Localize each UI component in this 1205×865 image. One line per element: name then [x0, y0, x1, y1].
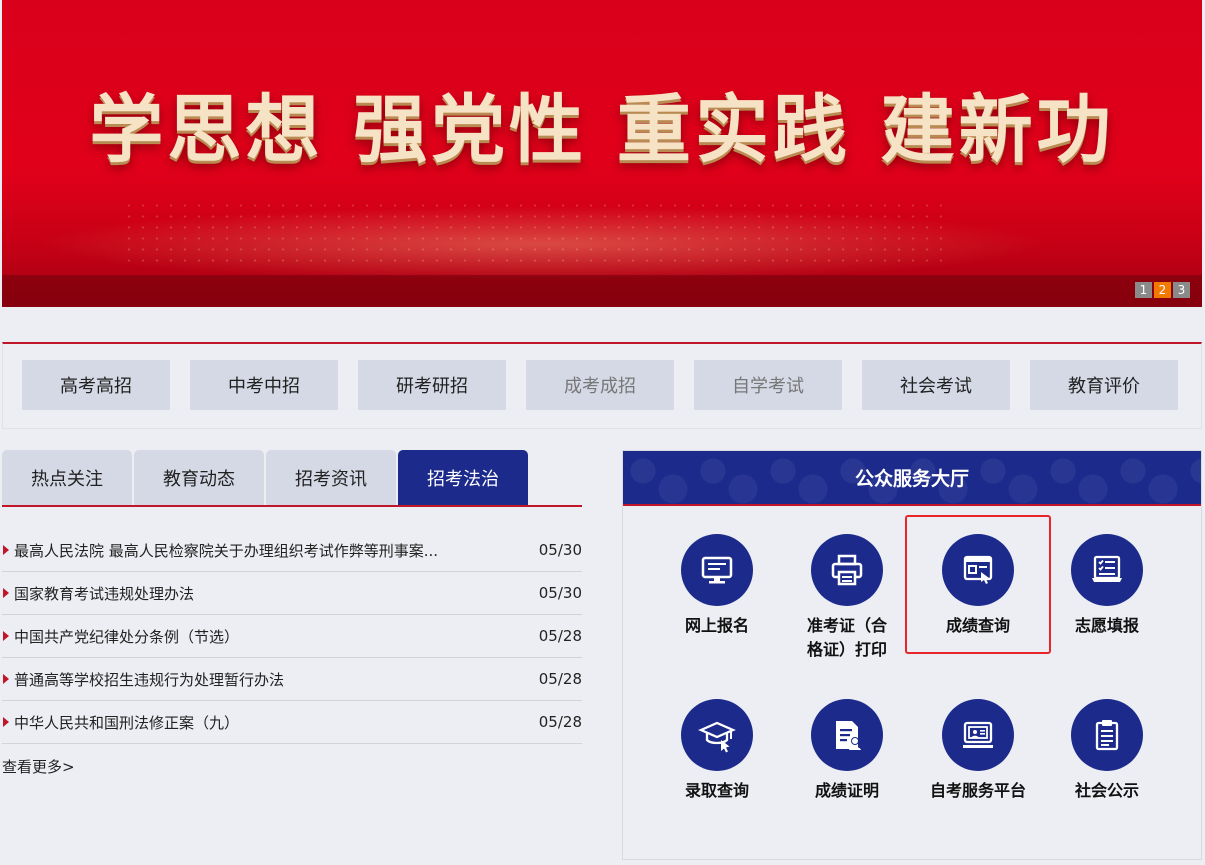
category-zixue[interactable]: 自学考试 [694, 360, 842, 410]
printer-icon [811, 534, 883, 606]
banner-sparkles [122, 200, 942, 270]
service-label: 自考服务平台 [929, 781, 1026, 800]
service-label: 网上报名 [684, 616, 749, 635]
bullet-arrow-icon [3, 588, 9, 598]
service-admission-ticket-print[interactable]: 准考证（合 格证）打印 [787, 534, 907, 662]
news-title[interactable]: 中华人民共和国刑法修正案（九） [14, 712, 522, 733]
bullet-arrow-icon [3, 717, 9, 727]
news-item[interactable]: 国家教育考试违规处理办法 05/30 [2, 572, 582, 615]
banner-carousel[interactable]: 学思想 强党性 重实践 建新功 1 2 3 [2, 0, 1202, 307]
news-title[interactable]: 中国共产党纪律处分条例（节选） [14, 626, 522, 647]
service-self-study-platform[interactable]: 自考服务平台 [918, 699, 1038, 803]
category-yankao[interactable]: 研考研招 [358, 360, 506, 410]
checklist-laptop-icon [1071, 534, 1143, 606]
bullet-arrow-icon [3, 674, 9, 684]
banner-slogan: 学思想 强党性 重实践 建新功 [89, 87, 1115, 173]
news-date: 05/30 [538, 584, 582, 602]
category-zhongkao[interactable]: 中考中招 [190, 360, 338, 410]
news-panel: 热点关注 教育动态 招考资讯 招考法治 最高人民法院 最高人民检察院关于办理组织… [2, 450, 582, 777]
news-item[interactable]: 中国共产党纪律处分条例（节选） 05/28 [2, 615, 582, 658]
news-date: 05/28 [538, 670, 582, 688]
news-item[interactable]: 最高人民法院 最高人民检察院关于办理组织考试作弊等刑事案... 05/30 [2, 529, 582, 572]
service-admission-query[interactable]: 录取查询 [657, 699, 777, 803]
bullet-arrow-icon [3, 545, 9, 555]
news-item[interactable]: 普通高等学校招生违规行为处理暂行办法 05/28 [2, 658, 582, 701]
service-application-filling[interactable]: 志愿填报 [1047, 534, 1167, 638]
service-label: 成绩证明 [814, 781, 879, 800]
category-jiaoyu-pingjia[interactable]: 教育评价 [1030, 360, 1178, 410]
news-date: 05/28 [538, 627, 582, 645]
tab-admission-info[interactable]: 招考资讯 [266, 450, 396, 505]
view-more-link[interactable]: 查看更多> [2, 756, 582, 777]
tab-hot-topics[interactable]: 热点关注 [2, 450, 132, 505]
service-label: 成绩查询 [945, 616, 1010, 635]
tab-admission-law[interactable]: 招考法治 [398, 450, 528, 505]
banner-caption-bar [2, 275, 1202, 307]
score-query-icon [942, 534, 1014, 606]
news-date: 05/30 [538, 541, 582, 559]
news-title[interactable]: 普通高等学校招生违规行为处理暂行办法 [14, 669, 522, 690]
news-date: 05/28 [538, 713, 582, 731]
news-title[interactable]: 最高人民法院 最高人民检察院关于办理组织考试作弊等刑事案... [14, 540, 522, 561]
service-online-registration[interactable]: 网上报名 [657, 534, 777, 638]
clipboard-icon [1071, 699, 1143, 771]
service-public-notice[interactable]: 社会公示 [1047, 699, 1167, 803]
service-label-line: 格证）打印 [806, 640, 887, 659]
carousel-page-1[interactable]: 1 [1135, 282, 1152, 298]
service-label: 社会公示 [1074, 781, 1139, 800]
tab-education-news[interactable]: 教育动态 [134, 450, 264, 505]
service-hall-title: 公众服务大厅 [623, 451, 1201, 506]
news-tabs: 热点关注 教育动态 招考资讯 招考法治 [2, 450, 582, 507]
carousel-page-3[interactable]: 3 [1173, 282, 1190, 298]
category-shehui[interactable]: 社会考试 [862, 360, 1010, 410]
certificate-icon [811, 699, 883, 771]
bullet-arrow-icon [3, 631, 9, 641]
self-study-platform-icon [942, 699, 1014, 771]
monitor-icon [681, 534, 753, 606]
carousel-pager: 1 2 3 [1135, 282, 1190, 298]
category-chengkao[interactable]: 成考成招 [526, 360, 674, 410]
page: 学思想 强党性 重实践 建新功 1 2 3 高考高招 中考中招 研考研招 成考成… [0, 0, 1205, 865]
news-item[interactable]: 中华人民共和国刑法修正案（九） 05/28 [2, 701, 582, 744]
news-list: 最高人民法院 最高人民检察院关于办理组织考试作弊等刑事案... 05/30 国家… [2, 529, 582, 744]
service-label: 志愿填报 [1074, 616, 1139, 635]
service-label: 准考证（合 格证）打印 [787, 614, 907, 662]
service-label: 录取查询 [684, 781, 749, 800]
service-score-certificate[interactable]: 成绩证明 [787, 699, 907, 803]
category-nav: 高考高招 中考中招 研考研招 成考成招 自学考试 社会考试 教育评价 [2, 342, 1202, 429]
graduation-cap-icon [681, 699, 753, 771]
news-title[interactable]: 国家教育考试违规处理办法 [14, 583, 522, 604]
public-service-hall: 公众服务大厅 网上报名 准考证（合 格证）打印 成绩查询 志愿填报 录取查询 成… [622, 450, 1202, 860]
service-label-line: 准考证（合 [806, 616, 887, 635]
carousel-page-2[interactable]: 2 [1154, 282, 1171, 298]
category-gaokao[interactable]: 高考高招 [22, 360, 170, 410]
service-score-query[interactable]: 成绩查询 [918, 534, 1038, 638]
